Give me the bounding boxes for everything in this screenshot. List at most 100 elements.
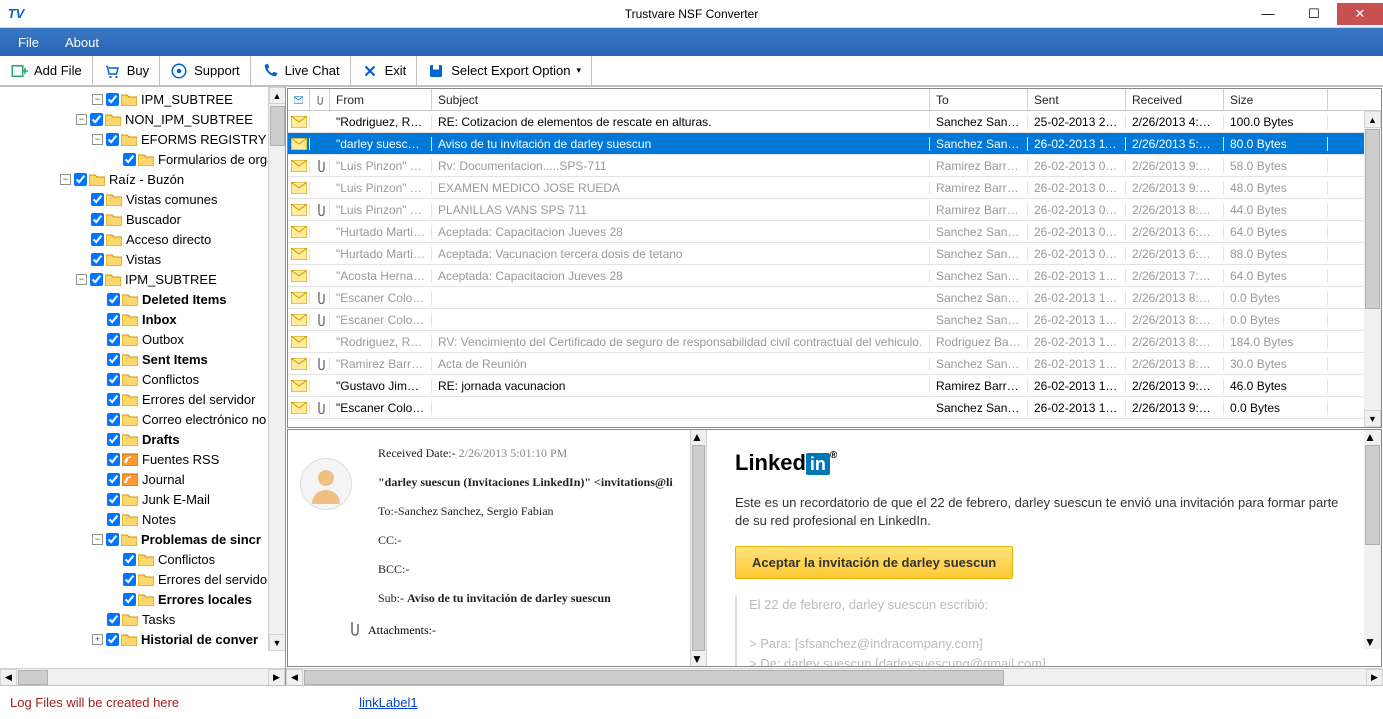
accept-invitation-button[interactable]: Aceptar la invitación de darley suescun bbox=[735, 546, 1013, 579]
tree-expander-icon[interactable]: − bbox=[92, 534, 103, 545]
tree-checkbox[interactable] bbox=[107, 413, 120, 426]
tree-horizontal-scrollbar[interactable]: ◀ ▶ bbox=[0, 668, 285, 685]
tree-row[interactable]: Formularios de orga bbox=[0, 149, 285, 169]
tree-row[interactable]: Outbox bbox=[0, 329, 285, 349]
tree-row[interactable]: Buscador bbox=[0, 209, 285, 229]
scroll-thumb[interactable] bbox=[304, 670, 1004, 685]
tree-checkbox[interactable] bbox=[107, 333, 120, 346]
tree-checkbox[interactable] bbox=[107, 613, 120, 626]
tree-row[interactable]: −EFORMS REGISTRY bbox=[0, 129, 285, 149]
tree-checkbox[interactable] bbox=[107, 513, 120, 526]
tree-checkbox[interactable] bbox=[91, 193, 104, 206]
tree-row[interactable]: −Raíz - Buzón bbox=[0, 169, 285, 189]
scroll-up-icon[interactable]: ▲ bbox=[1364, 430, 1381, 444]
add-file-button[interactable]: Add File bbox=[0, 56, 93, 85]
tree-row[interactable]: Conflictos bbox=[0, 369, 285, 389]
column-from[interactable]: From bbox=[330, 89, 432, 110]
column-sent[interactable]: Sent bbox=[1028, 89, 1126, 110]
tree-expander-icon[interactable]: + bbox=[92, 634, 103, 645]
column-attachment-icon[interactable] bbox=[310, 89, 330, 110]
email-row[interactable]: "Rodriguez, Roci...RV: Vencimiento del C… bbox=[288, 331, 1381, 353]
folder-tree[interactable]: −IPM_SUBTREE−NON_IPM_SUBTREE−EFORMS REGI… bbox=[0, 87, 285, 651]
tree-checkbox[interactable] bbox=[107, 453, 120, 466]
tree-checkbox[interactable] bbox=[91, 213, 104, 226]
scroll-thumb[interactable] bbox=[1365, 129, 1380, 309]
column-subject[interactable]: Subject bbox=[432, 89, 930, 110]
maximize-button[interactable]: ☐ bbox=[1291, 3, 1337, 25]
select-export-button[interactable]: Select Export Option ▾ bbox=[417, 56, 592, 85]
tree-checkbox[interactable] bbox=[123, 573, 136, 586]
live-chat-button[interactable]: Live Chat bbox=[251, 56, 351, 85]
tree-row[interactable]: Conflictos bbox=[0, 549, 285, 569]
email-row[interactable]: "Acosta Hernand...Aceptada: Capacitacion… bbox=[288, 265, 1381, 287]
tree-row[interactable]: Correo electrónico no bbox=[0, 409, 285, 429]
close-button[interactable]: ✕ bbox=[1337, 3, 1383, 25]
tree-row[interactable]: −IPM_SUBTREE bbox=[0, 89, 285, 109]
email-row[interactable]: "Escaner Colomb...Sanchez Sanche...26-02… bbox=[288, 287, 1381, 309]
tree-row[interactable]: Sent Items bbox=[0, 349, 285, 369]
header-pane-scrollbar[interactable]: ▲ ▼ bbox=[690, 430, 707, 666]
tree-checkbox[interactable] bbox=[107, 473, 120, 486]
scroll-down-icon[interactable]: ▼ bbox=[1364, 635, 1381, 649]
tree-vertical-scrollbar[interactable]: ▲ ▼ bbox=[268, 87, 285, 651]
minimize-button[interactable]: — bbox=[1245, 3, 1291, 25]
scroll-left-icon[interactable]: ◀ bbox=[286, 669, 303, 686]
tree-row[interactable]: Deleted Items bbox=[0, 289, 285, 309]
tree-row[interactable]: Journal bbox=[0, 469, 285, 489]
tree-row[interactable]: Notes bbox=[0, 509, 285, 529]
tree-expander-icon[interactable]: − bbox=[76, 114, 87, 125]
tree-checkbox[interactable] bbox=[107, 493, 120, 506]
column-size[interactable]: Size bbox=[1224, 89, 1328, 110]
tree-row[interactable]: Junk E-Mail bbox=[0, 489, 285, 509]
tree-checkbox[interactable] bbox=[106, 93, 119, 106]
tree-row[interactable]: −NON_IPM_SUBTREE bbox=[0, 109, 285, 129]
tree-row[interactable]: +Historial de conver bbox=[0, 629, 285, 649]
tree-checkbox[interactable] bbox=[107, 313, 120, 326]
tree-row[interactable]: Tasks bbox=[0, 609, 285, 629]
tree-checkbox[interactable] bbox=[123, 593, 136, 606]
tree-row[interactable]: Vistas comunes bbox=[0, 189, 285, 209]
tree-checkbox[interactable] bbox=[91, 253, 104, 266]
menu-file[interactable]: File bbox=[6, 31, 51, 54]
tree-checkbox[interactable] bbox=[106, 633, 119, 646]
tree-row[interactable]: Fuentes RSS bbox=[0, 449, 285, 469]
tree-checkbox[interactable] bbox=[74, 173, 87, 186]
tree-checkbox[interactable] bbox=[107, 433, 120, 446]
tree-expander-icon[interactable]: − bbox=[60, 174, 71, 185]
scroll-up-icon[interactable]: ▲ bbox=[269, 87, 286, 104]
email-row[interactable]: "darley suescun (...Aviso de tu invitaci… bbox=[288, 133, 1381, 155]
tree-checkbox[interactable] bbox=[123, 153, 136, 166]
column-to[interactable]: To bbox=[930, 89, 1028, 110]
tree-row[interactable]: −Problemas de sincr bbox=[0, 529, 285, 549]
exit-button[interactable]: Exit bbox=[351, 56, 418, 85]
email-row[interactable]: "Luis Pinzon" <lui...Rv: Documentacion..… bbox=[288, 155, 1381, 177]
tree-row[interactable]: Errores del servidor bbox=[0, 569, 285, 589]
tree-expander-icon[interactable]: − bbox=[92, 94, 103, 105]
column-envelope-icon[interactable] bbox=[288, 89, 310, 110]
tree-expander-icon[interactable]: − bbox=[92, 134, 103, 145]
scroll-up-icon[interactable]: ▲ bbox=[1364, 111, 1381, 128]
email-row[interactable]: "Gustavo Jimene...RE: jornada vacunacion… bbox=[288, 375, 1381, 397]
scroll-down-icon[interactable]: ▼ bbox=[691, 652, 706, 666]
tree-row[interactable]: −IPM_SUBTREE bbox=[0, 269, 285, 289]
email-row[interactable]: "Escaner Colomb...Sanchez Sanche...26-02… bbox=[288, 397, 1381, 419]
tree-row[interactable]: Acceso directo bbox=[0, 229, 285, 249]
column-received[interactable]: Received bbox=[1126, 89, 1224, 110]
tree-checkbox[interactable] bbox=[107, 293, 120, 306]
tree-checkbox[interactable] bbox=[106, 133, 119, 146]
menu-about[interactable]: About bbox=[53, 31, 111, 54]
scroll-thumb[interactable] bbox=[270, 106, 285, 146]
tree-checkbox[interactable] bbox=[91, 233, 104, 246]
scroll-right-icon[interactable]: ▶ bbox=[1366, 669, 1383, 686]
grid-vertical-scrollbar[interactable]: ▲ ▼ bbox=[1364, 111, 1381, 427]
tree-row[interactable]: Errores del servidor bbox=[0, 389, 285, 409]
tree-checkbox[interactable] bbox=[107, 353, 120, 366]
tree-expander-icon[interactable]: − bbox=[76, 274, 87, 285]
tree-row[interactable]: Inbox bbox=[0, 309, 285, 329]
tree-row[interactable]: Drafts bbox=[0, 429, 285, 449]
scroll-thumb[interactable] bbox=[692, 445, 705, 651]
buy-button[interactable]: Buy bbox=[93, 56, 160, 85]
tree-checkbox[interactable] bbox=[90, 113, 103, 126]
email-row[interactable]: "Luis Pinzon" <lui...PLANILLAS VANS SPS … bbox=[288, 199, 1381, 221]
email-row[interactable]: "Escaner Colomb...Sanchez Sanche...26-02… bbox=[288, 309, 1381, 331]
